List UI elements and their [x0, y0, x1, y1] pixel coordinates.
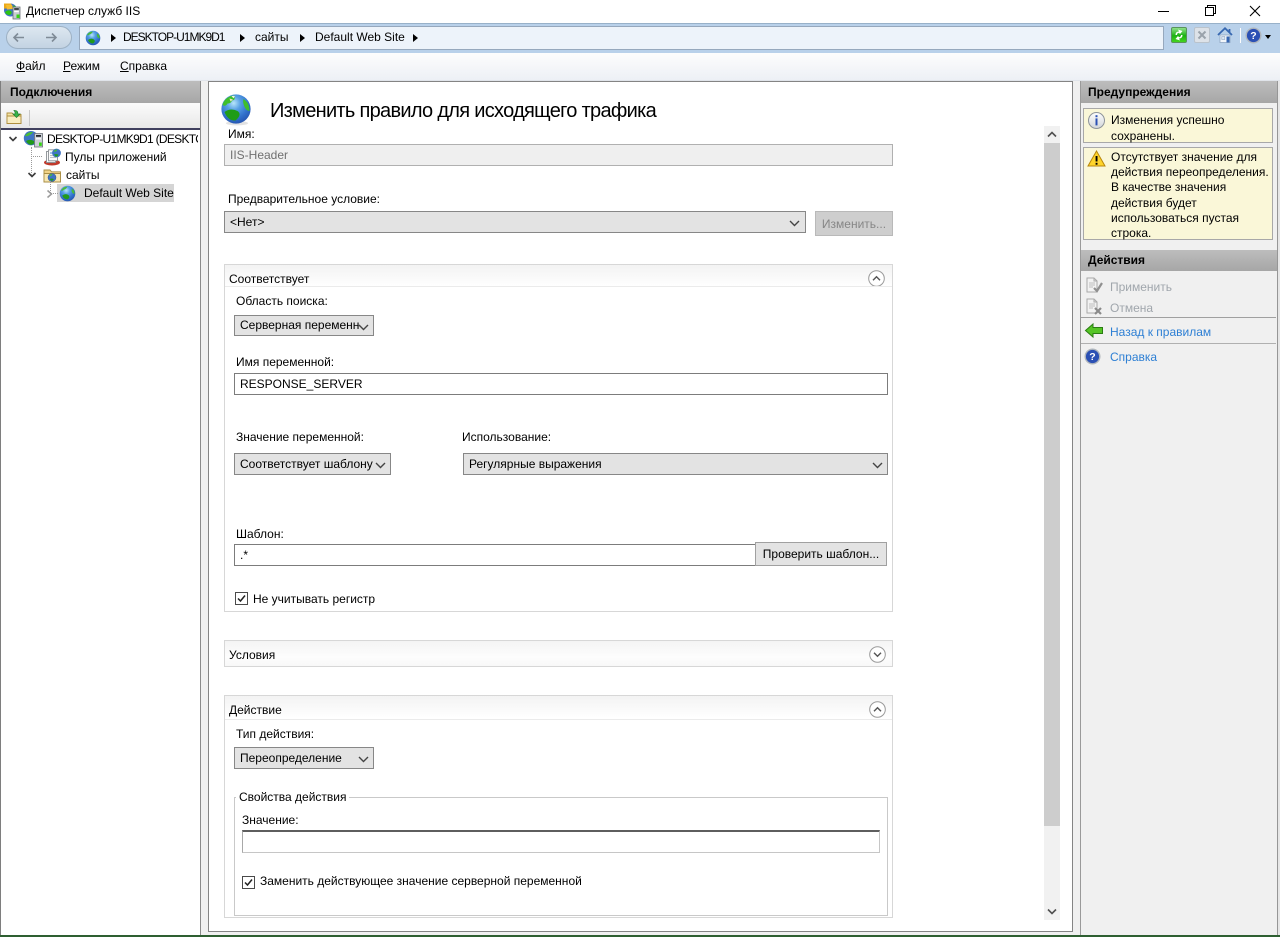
svg-text:?: ? — [1250, 30, 1256, 42]
svg-text:?: ? — [1089, 351, 1095, 363]
